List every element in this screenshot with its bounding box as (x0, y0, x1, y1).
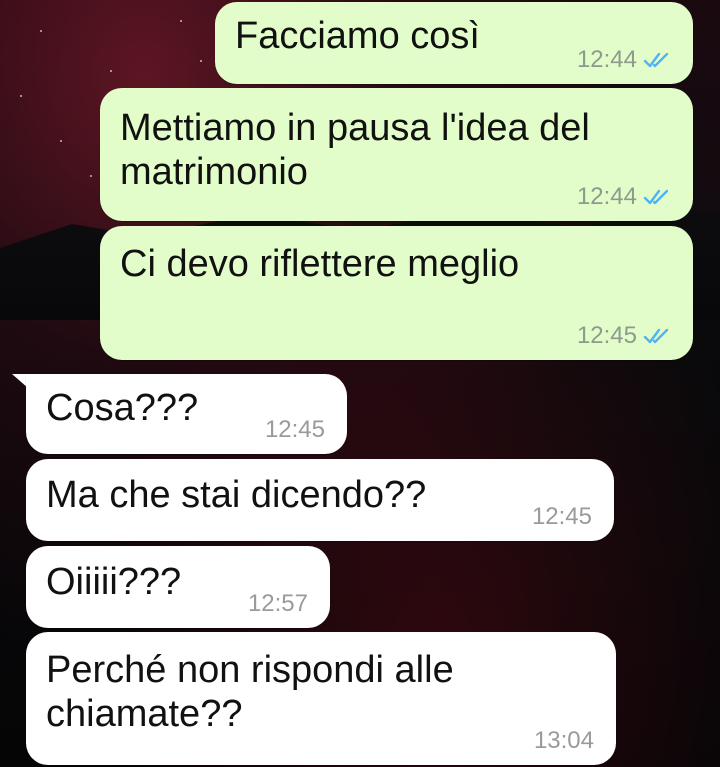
message-bubble-incoming[interactable]: Perché non rispondi alle chiamate?? 13:0… (26, 632, 616, 765)
message-meta: 12:44 (577, 185, 671, 209)
message-bubble-incoming[interactable]: Oiiiii??? 12:57 (26, 546, 330, 628)
message-text: Mettiamo in pausa l'idea del matrimonio (120, 107, 601, 193)
message-meta: 13:04 (534, 729, 594, 753)
message-text: Ma che stai dicendo?? (46, 474, 427, 516)
double-check-read-icon (643, 52, 669, 68)
message-meta: 12:57 (248, 592, 308, 616)
message-time: 12:44 (576, 46, 637, 73)
message-bubble-outgoing[interactable]: Facciamo così 12:44 (215, 2, 693, 84)
message-bubble-incoming[interactable]: Cosa??? 12:45 (26, 374, 347, 454)
message-time: 13:04 (533, 727, 594, 754)
message-meta: 12:45 (577, 324, 671, 348)
message-time: 12:45 (264, 416, 325, 443)
message-meta: 12:45 (532, 505, 592, 529)
message-meta: 12:44 (577, 48, 671, 72)
double-check-read-icon (643, 189, 669, 205)
message-time: 12:45 (576, 322, 637, 349)
double-check-read-icon (643, 328, 669, 344)
message-bubble-outgoing[interactable]: Mettiamo in pausa l'idea del matrimonio … (100, 88, 693, 221)
message-meta: 12:45 (265, 418, 325, 442)
message-bubble-incoming[interactable]: Ma che stai dicendo?? 12:45 (26, 459, 614, 541)
message-text: Ci devo riflettere meglio (120, 243, 520, 285)
message-time: 12:45 (531, 503, 592, 530)
message-text: Perché non rispondi alle chiamate?? (46, 649, 465, 735)
message-time: 12:44 (576, 183, 637, 210)
message-bubble-outgoing[interactable]: Ci devo riflettere meglio 12:45 (100, 226, 693, 360)
message-time: 12:57 (247, 590, 308, 617)
